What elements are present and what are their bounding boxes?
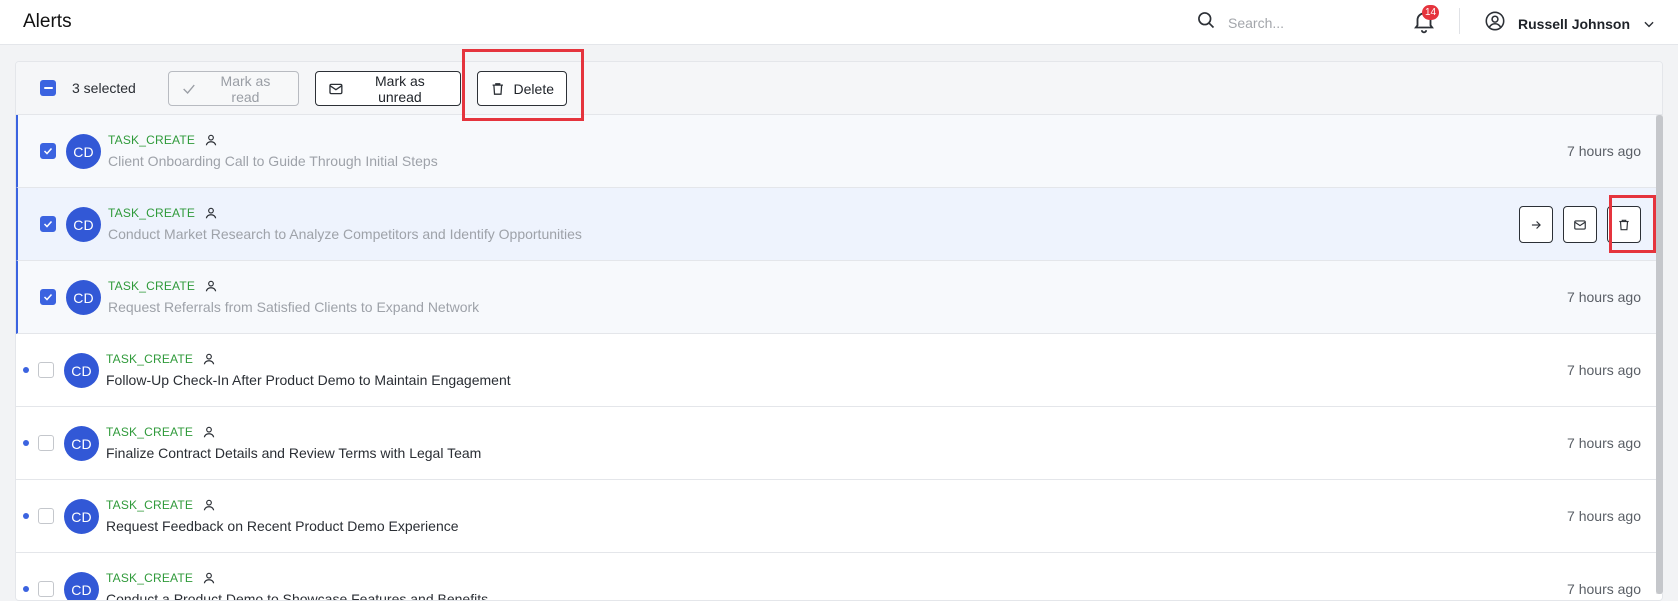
row-mark-unread-button[interactable]: [1563, 206, 1597, 243]
top-bar: Alerts 14 Russell Johnson: [0, 0, 1678, 45]
mail-icon: [329, 83, 343, 94]
row-checkbox[interactable]: [38, 435, 54, 451]
trash-icon: [492, 82, 503, 95]
unread-dot: [23, 440, 29, 446]
alert-type: TASK_CREATE: [106, 498, 194, 512]
page-title: Alerts: [23, 11, 72, 32]
alert-type: TASK_CREATE: [108, 279, 196, 293]
alerts-list: CD TASK_CREATE Client Onboarding Call to…: [16, 115, 1662, 600]
alert-row[interactable]: CD TASK_CREATE Request Feedback on Recen…: [16, 480, 1662, 553]
alert-title[interactable]: Follow-Up Check-In After Product Demo to…: [106, 372, 511, 388]
alert-time: 7 hours ago: [1567, 508, 1641, 524]
user-icon: [205, 207, 217, 219]
user-icon: [203, 499, 215, 511]
user-icon: [203, 426, 215, 438]
row-checkbox[interactable]: [38, 508, 54, 524]
chevron-down-icon[interactable]: [1642, 17, 1656, 31]
alert-row[interactable]: CD TASK_CREATE Follow-Up Check-In After …: [16, 334, 1662, 407]
mark-as-read-button[interactable]: Mark as read: [168, 71, 299, 106]
search-box[interactable]: [1196, 10, 1378, 35]
alert-type: TASK_CREATE: [108, 133, 196, 147]
unread-dot: [23, 367, 29, 373]
avatar: CD: [66, 134, 101, 169]
search-icon[interactable]: [1196, 10, 1216, 35]
row-delete-button[interactable]: [1607, 206, 1641, 243]
arrow-right-icon: [1531, 220, 1541, 229]
user-icon: [205, 134, 217, 146]
row-checkbox[interactable]: [40, 289, 56, 305]
unread-dot: [23, 513, 29, 519]
scrollbar[interactable]: [1656, 115, 1663, 594]
avatar: CD: [64, 426, 99, 461]
alert-title[interactable]: Client Onboarding Call to Guide Through …: [108, 153, 438, 169]
unread-dot: [23, 586, 29, 592]
alert-row[interactable]: CD TASK_CREATE Client Onboarding Call to…: [16, 115, 1662, 188]
delete-button[interactable]: Delete: [477, 71, 567, 106]
avatar: CD: [64, 572, 99, 600]
alert-time: 7 hours ago: [1567, 362, 1641, 378]
alert-type: TASK_CREATE: [108, 206, 196, 220]
search-input[interactable]: [1228, 14, 1378, 31]
mark-as-read-label: Mark as read: [220, 72, 271, 105]
alert-title[interactable]: Conduct Market Research to Analyze Compe…: [108, 226, 582, 242]
mark-as-unread-label: Mark as unread: [375, 72, 425, 105]
selected-count: 3 selected: [72, 80, 136, 96]
notification-count-badge: 14: [1422, 5, 1440, 20]
row-checkbox[interactable]: [38, 581, 54, 597]
alert-type: TASK_CREATE: [106, 571, 194, 585]
header-divider: [1459, 8, 1460, 34]
row-checkbox[interactable]: [40, 143, 56, 159]
row-checkbox[interactable]: [40, 216, 56, 232]
user-menu[interactable]: Russell Johnson: [1484, 10, 1656, 37]
alert-type: TASK_CREATE: [106, 425, 194, 439]
user-icon: [205, 280, 217, 292]
alert-row[interactable]: CD TASK_CREATE Request Referrals from Sa…: [16, 261, 1662, 334]
avatar: CD: [66, 280, 101, 315]
mail-icon: [1574, 219, 1586, 230]
trash-icon: [1619, 219, 1629, 230]
alert-type: TASK_CREATE: [106, 352, 194, 366]
alert-title[interactable]: Request Feedback on Recent Product Demo …: [106, 518, 459, 534]
avatar: CD: [64, 499, 99, 534]
user-icon: [203, 353, 215, 365]
user-icon: [203, 572, 215, 584]
alert-row[interactable]: CD TASK_CREATE Conduct Market Research t…: [16, 188, 1662, 261]
row-actions: [1519, 206, 1641, 243]
scrollbar-thumb[interactable]: [1656, 115, 1663, 594]
alert-time: 7 hours ago: [1567, 435, 1641, 451]
open-alert-button[interactable]: [1519, 206, 1553, 243]
user-avatar-icon: [1484, 10, 1506, 37]
delete-label: Delete: [513, 80, 554, 97]
alert-time: 7 hours ago: [1567, 143, 1641, 159]
alert-time: 7 hours ago: [1567, 581, 1641, 597]
alert-title[interactable]: Finalize Contract Details and Review Ter…: [106, 445, 481, 461]
alert-title[interactable]: Conduct a Product Demo to Showcase Featu…: [106, 591, 488, 600]
alert-title[interactable]: Request Referrals from Satisfied Clients…: [108, 299, 479, 315]
avatar: CD: [64, 353, 99, 388]
check-icon: [183, 84, 195, 94]
select-all-checkbox[interactable]: [40, 80, 56, 96]
alert-row[interactable]: CD TASK_CREATE Finalize Contract Details…: [16, 407, 1662, 480]
user-name: Russell Johnson: [1518, 15, 1631, 32]
bulk-action-bar: 3 selected Mark as read Mark as unread D…: [16, 62, 1662, 115]
mark-as-unread-button[interactable]: Mark as unread: [315, 71, 461, 106]
alerts-panel: 3 selected Mark as read Mark as unread D…: [15, 61, 1663, 601]
avatar: CD: [66, 207, 101, 242]
row-checkbox[interactable]: [38, 362, 54, 378]
alert-time: 7 hours ago: [1567, 289, 1641, 305]
